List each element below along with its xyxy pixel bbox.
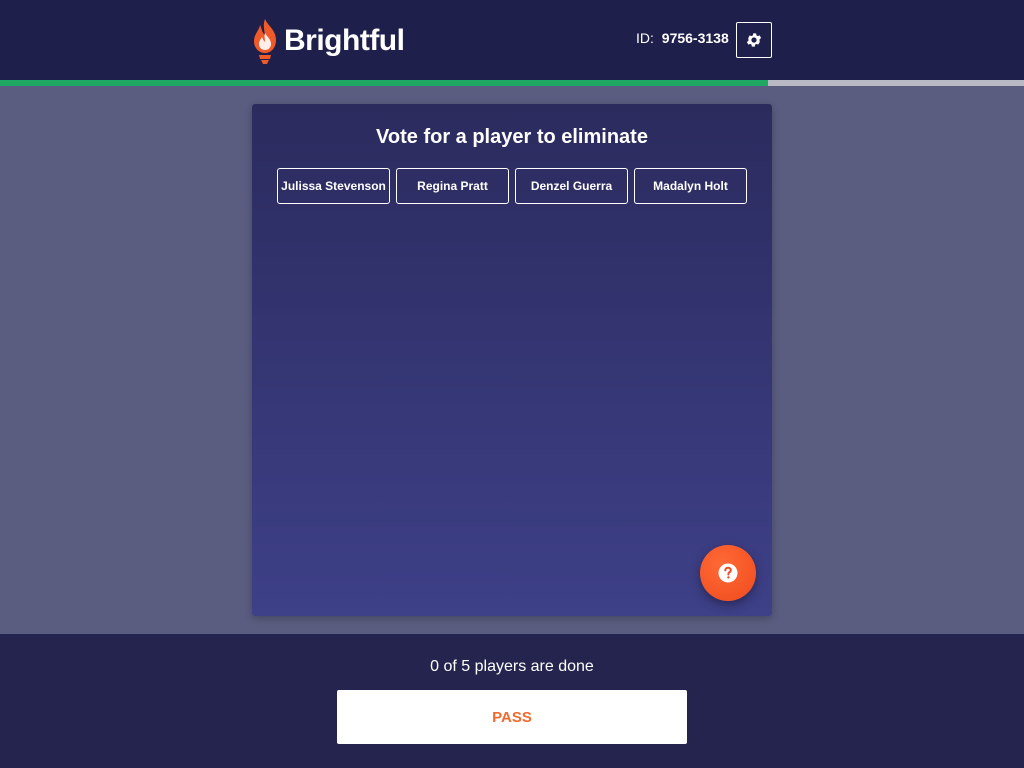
player-button-denzel-guerra[interactable]: Denzel Guerra xyxy=(515,168,628,204)
game-id-value: 9756-3138 xyxy=(661,30,729,46)
vote-title: Vote for a player to eliminate xyxy=(376,126,648,148)
player-list: Julissa Stevenson Regina Pratt Denzel Gu… xyxy=(277,168,747,204)
help-button[interactable] xyxy=(700,545,756,601)
settings-button[interactable] xyxy=(736,22,772,58)
game-id-label: ID: xyxy=(636,30,654,46)
player-button-regina-pratt[interactable]: Regina Pratt xyxy=(396,168,509,204)
question-mark-icon xyxy=(718,563,738,583)
progress-bar xyxy=(0,80,1024,86)
flame-icon xyxy=(254,19,276,64)
gear-icon xyxy=(746,33,762,47)
game-id: ID: 9756-3138 xyxy=(636,30,729,46)
player-button-madalyn-holt[interactable]: Madalyn Holt xyxy=(634,168,747,204)
player-button-julissa-stevenson[interactable]: Julissa Stevenson xyxy=(277,168,390,204)
top-bar: Brightful ID: 9756-3138 xyxy=(0,0,1024,80)
brightful-logo: Brightful xyxy=(250,16,405,66)
progress-bar-fill xyxy=(0,80,768,86)
players-done-status: 0 of 5 players are done xyxy=(430,658,594,675)
brand-name: Brightful xyxy=(284,24,405,57)
pass-button[interactable]: PASS xyxy=(337,690,687,744)
